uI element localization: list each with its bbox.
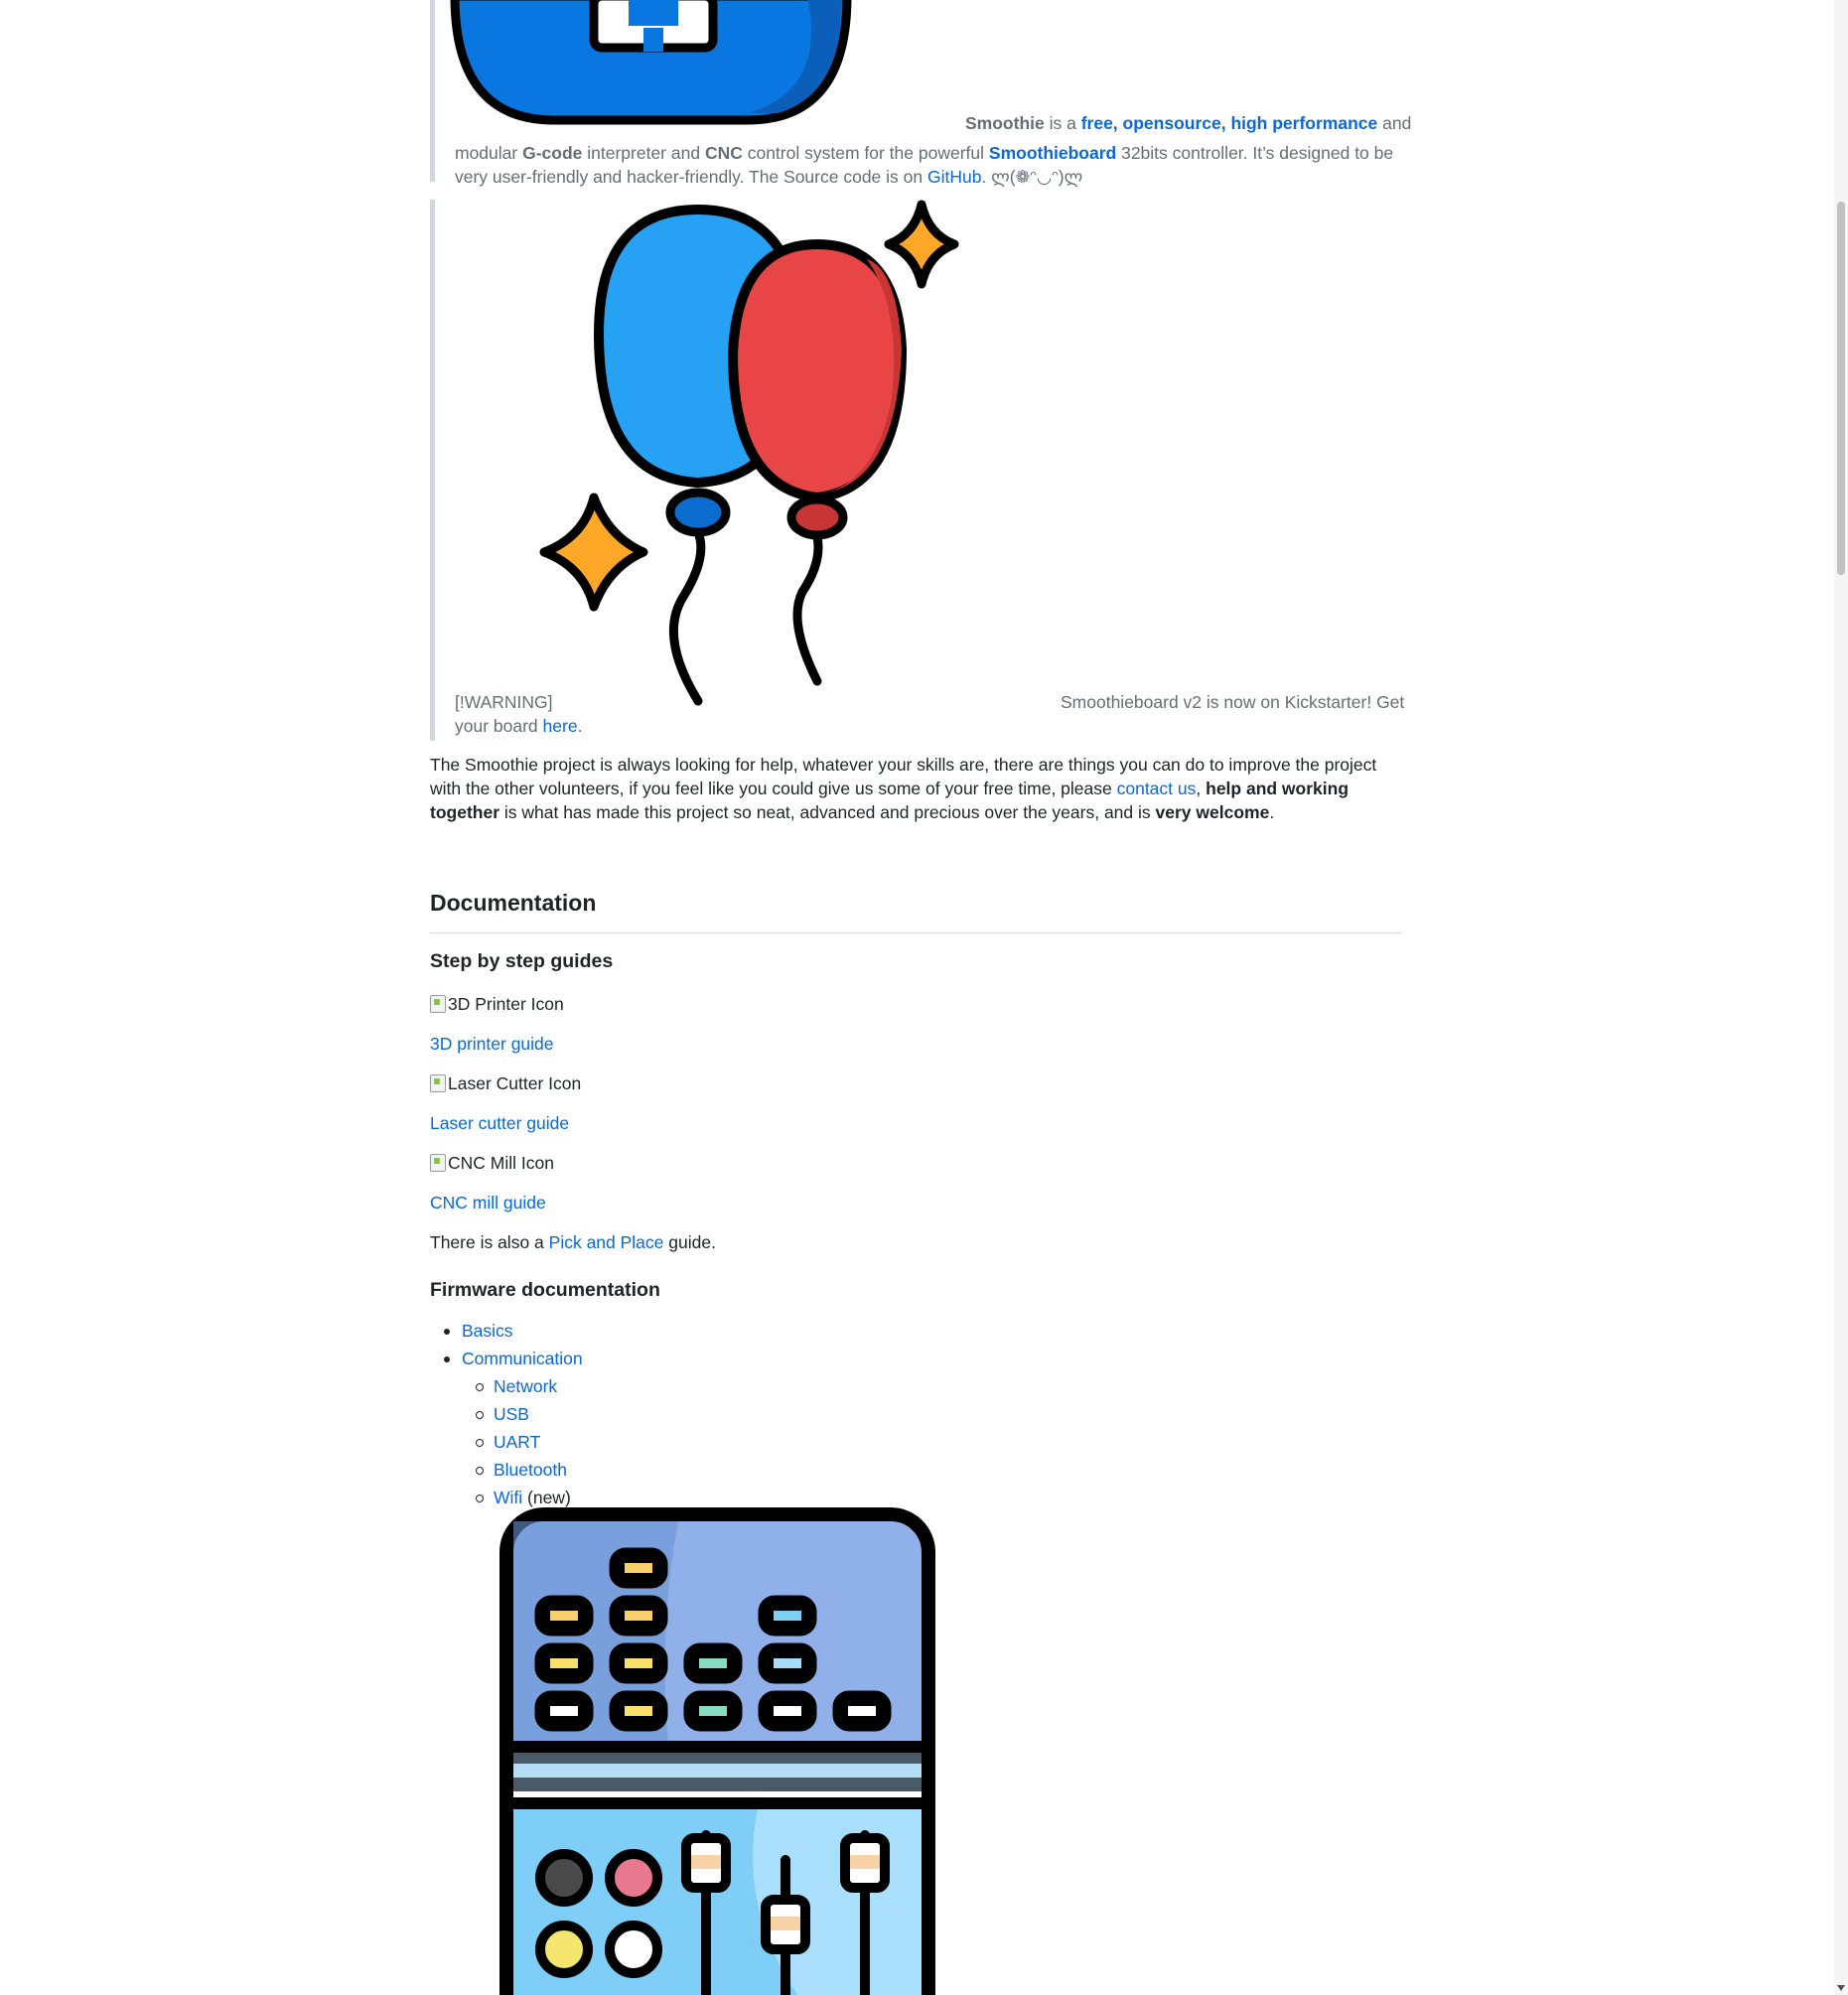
- broken-image-icon: [430, 995, 446, 1013]
- printer-icon-row: 3D Printer Icon: [430, 992, 564, 1019]
- help-bold: very welcome: [1155, 802, 1270, 822]
- guides-heading: Step by step guides: [430, 950, 614, 972]
- help-text: ,: [1196, 779, 1207, 798]
- contact-us-link[interactable]: contact us: [1117, 779, 1197, 798]
- communication-sublist: Network USB UART Bluetooth Wifi (new): [430, 1374, 583, 1513]
- balloons-icon: [539, 200, 959, 706]
- 3d-printer-icon: 3D Printer Icon: [430, 992, 564, 1016]
- warning-text-part: your board: [455, 716, 543, 736]
- firmware-heading: Firmware documentation: [430, 1279, 660, 1301]
- scrollbar[interactable]: [1834, 0, 1848, 1995]
- smoothieboard-link[interactable]: Smoothieboard: [989, 143, 1116, 163]
- bluetooth-link[interactable]: Bluetooth: [494, 1460, 567, 1480]
- cnc-mill-guide-link[interactable]: CNC mill guide: [430, 1193, 546, 1212]
- intro-quote: Smoothie is a free, opensource, high per…: [430, 0, 1411, 187]
- mixer-console-icon: [499, 1507, 935, 1995]
- laser-icon-alt: Laser Cutter Icon: [448, 1073, 582, 1093]
- intro-text: control system for the powerful: [742, 143, 989, 163]
- pick-and-place-line: There is also a Pick and Place guide.: [430, 1230, 716, 1254]
- laser-cutter-guide-link[interactable]: Laser cutter guide: [430, 1113, 569, 1133]
- network-link[interactable]: Network: [494, 1376, 557, 1396]
- 3d-printer-guide-link[interactable]: 3D printer guide: [430, 1034, 554, 1054]
- also-text: guide.: [663, 1232, 716, 1252]
- emoticon: . ლ(❁ᵔ◡ᵔ)ლ: [981, 167, 1083, 187]
- warning-tag: [!WARNING]: [455, 692, 553, 712]
- basics-link[interactable]: Basics: [462, 1321, 513, 1341]
- smoothie-logo-icon: [450, 0, 852, 125]
- broken-image-icon: [430, 1074, 446, 1092]
- wifi-new-note: (new): [522, 1488, 571, 1507]
- cnc-mill-icon: CNC Mill Icon: [430, 1151, 554, 1175]
- scroll-down-arrow-icon[interactable]: [1837, 1985, 1845, 1991]
- firmware-list: Basics Communication Network USB UART Bl…: [430, 1319, 583, 1513]
- list-item: Communication Network USB UART Bluetooth…: [430, 1347, 583, 1513]
- intro-text: modular: [455, 143, 523, 163]
- kickstarter-here-link[interactable]: here: [543, 716, 578, 736]
- warning-text-2: your board here.: [455, 714, 582, 738]
- help-paragraph: The Smoothie project is always looking f…: [430, 753, 1403, 824]
- laser-icon-row: Laser Cutter Icon: [430, 1071, 581, 1098]
- help-text: is what has made this project so neat, a…: [499, 802, 1156, 822]
- communication-link[interactable]: Communication: [462, 1349, 583, 1368]
- also-text: There is also a: [430, 1232, 549, 1252]
- warning-text: Smoothieboard v2 is now on Kickstarter! …: [1061, 692, 1405, 712]
- printer-icon-alt: 3D Printer Icon: [448, 994, 564, 1014]
- list-item: Bluetooth: [430, 1458, 583, 1486]
- cnc-label: CNC: [704, 143, 743, 163]
- laser-cutter-icon: Laser Cutter Icon: [430, 1071, 581, 1095]
- warning-quote: [!WARNING] Smoothieboard v2 is now on Ki…: [430, 200, 1405, 741]
- intro-text: interpreter and: [582, 143, 705, 163]
- cnc-icon-alt: CNC Mill Icon: [448, 1153, 554, 1173]
- help-text: .: [1269, 802, 1275, 822]
- usb-link[interactable]: USB: [494, 1404, 529, 1424]
- intro-rest: modular G-code interpreter and CNC contr…: [455, 111, 1398, 189]
- cnc-icon-row: CNC Mill Icon: [430, 1151, 554, 1178]
- wifi-link[interactable]: Wifi: [494, 1488, 522, 1507]
- scrollbar-thumb[interactable]: [1837, 202, 1845, 575]
- list-item: Network: [430, 1374, 583, 1402]
- gcode-label: G-code: [522, 143, 583, 163]
- list-item: USB: [430, 1402, 583, 1430]
- github-link[interactable]: GitHub: [927, 167, 981, 187]
- pick-and-place-link[interactable]: Pick and Place: [549, 1232, 664, 1252]
- list-item: Basics: [430, 1319, 583, 1347]
- uart-link[interactable]: UART: [494, 1432, 540, 1452]
- list-item: UART: [430, 1430, 583, 1458]
- broken-image-icon: [430, 1154, 446, 1172]
- warning-period: .: [577, 716, 583, 736]
- documentation-heading: Documentation: [430, 887, 1403, 933]
